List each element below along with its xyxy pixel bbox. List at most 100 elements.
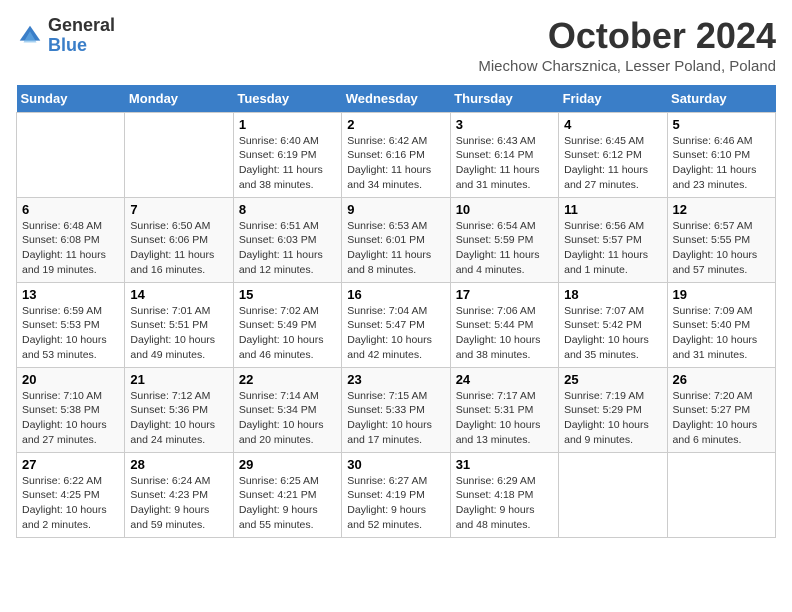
day-number: 26 <box>673 372 770 387</box>
calendar-cell: 10 Sunrise: 6:54 AMSunset: 5:59 PMDayligh… <box>450 197 558 282</box>
day-info: Sunrise: 6:56 AMSunset: 5:57 PMDaylight:… <box>564 219 661 278</box>
day-number: 17 <box>456 287 553 302</box>
day-info: Sunrise: 7:02 AMSunset: 5:49 PMDaylight:… <box>239 304 336 363</box>
day-number: 12 <box>673 202 770 217</box>
calendar-cell: 25 Sunrise: 7:19 AMSunset: 5:29 PMDayligh… <box>559 367 667 452</box>
calendar-cell: 23 Sunrise: 7:15 AMSunset: 5:33 PMDayligh… <box>342 367 450 452</box>
day-info: Sunrise: 6:59 AMSunset: 5:53 PMDaylight:… <box>22 304 119 363</box>
day-info: Sunrise: 6:25 AMSunset: 4:21 PMDaylight:… <box>239 474 336 533</box>
day-info: Sunrise: 6:24 AMSunset: 4:23 PMDaylight:… <box>130 474 227 533</box>
day-info: Sunrise: 7:20 AMSunset: 5:27 PMDaylight:… <box>673 389 770 448</box>
calendar-header-row: SundayMondayTuesdayWednesdayThursdayFrid… <box>17 85 776 113</box>
day-info: Sunrise: 7:04 AMSunset: 5:47 PMDaylight:… <box>347 304 444 363</box>
day-info: Sunrise: 6:43 AMSunset: 6:14 PMDaylight:… <box>456 134 553 193</box>
calendar-cell <box>559 452 667 537</box>
calendar-cell: 28 Sunrise: 6:24 AMSunset: 4:23 PMDayligh… <box>125 452 233 537</box>
calendar-cell: 6 Sunrise: 6:48 AMSunset: 6:08 PMDaylight… <box>17 197 125 282</box>
calendar-cell: 19 Sunrise: 7:09 AMSunset: 5:40 PMDayligh… <box>667 282 775 367</box>
week-row-5: 27 Sunrise: 6:22 AMSunset: 4:25 PMDayligh… <box>17 452 776 537</box>
day-info: Sunrise: 7:15 AMSunset: 5:33 PMDaylight:… <box>347 389 444 448</box>
logo-text-general: General <box>48 15 115 35</box>
day-info: Sunrise: 6:40 AMSunset: 6:19 PMDaylight:… <box>239 134 336 193</box>
day-info: Sunrise: 7:07 AMSunset: 5:42 PMDaylight:… <box>564 304 661 363</box>
day-number: 2 <box>347 117 444 132</box>
day-info: Sunrise: 7:06 AMSunset: 5:44 PMDaylight:… <box>456 304 553 363</box>
day-info: Sunrise: 6:45 AMSunset: 6:12 PMDaylight:… <box>564 134 661 193</box>
day-info: Sunrise: 6:46 AMSunset: 6:10 PMDaylight:… <box>673 134 770 193</box>
week-row-1: 1 Sunrise: 6:40 AMSunset: 6:19 PMDaylight… <box>17 112 776 197</box>
calendar-cell: 29 Sunrise: 6:25 AMSunset: 4:21 PMDayligh… <box>233 452 341 537</box>
calendar-cell: 9Sunrise: 6:53 AMSunset: 6:01 PMDaylight… <box>342 197 450 282</box>
calendar-header-tuesday: Tuesday <box>233 85 341 113</box>
day-info: Sunrise: 6:48 AMSunset: 6:08 PMDaylight:… <box>22 219 119 278</box>
day-number: 14 <box>130 287 227 302</box>
calendar-cell: 31Sunrise: 6:29 AMSunset: 4:18 PMDayligh… <box>450 452 558 537</box>
calendar-cell: 1 Sunrise: 6:40 AMSunset: 6:19 PMDaylight… <box>233 112 341 197</box>
day-number: 3 <box>456 117 553 132</box>
day-info: Sunrise: 7:09 AMSunset: 5:40 PMDaylight:… <box>673 304 770 363</box>
calendar-cell: 8 Sunrise: 6:51 AMSunset: 6:03 PMDaylight… <box>233 197 341 282</box>
day-info: Sunrise: 6:51 AMSunset: 6:03 PMDaylight:… <box>239 219 336 278</box>
day-number: 7 <box>130 202 227 217</box>
day-number: 21 <box>130 372 227 387</box>
day-number: 22 <box>239 372 336 387</box>
logo-text-blue: Blue <box>48 35 87 55</box>
day-number: 23 <box>347 372 444 387</box>
week-row-3: 13 Sunrise: 6:59 AMSunset: 5:53 PMDayligh… <box>17 282 776 367</box>
week-row-2: 6 Sunrise: 6:48 AMSunset: 6:08 PMDaylight… <box>17 197 776 282</box>
calendar-cell <box>667 452 775 537</box>
day-info: Sunrise: 6:42 AMSunset: 6:16 PMDaylight:… <box>347 134 444 193</box>
location-title: Miechow Charsznica, Lesser Poland, Polan… <box>478 58 776 75</box>
calendar-cell: 2 Sunrise: 6:42 AMSunset: 6:16 PMDaylight… <box>342 112 450 197</box>
calendar-cell: 17 Sunrise: 7:06 AMSunset: 5:44 PMDayligh… <box>450 282 558 367</box>
day-info: Sunrise: 7:14 AMSunset: 5:34 PMDaylight:… <box>239 389 336 448</box>
day-number: 24 <box>456 372 553 387</box>
calendar-cell: 18 Sunrise: 7:07 AMSunset: 5:42 PMDayligh… <box>559 282 667 367</box>
calendar: SundayMondayTuesdayWednesdayThursdayFrid… <box>16 85 776 538</box>
day-info: Sunrise: 7:19 AMSunset: 5:29 PMDaylight:… <box>564 389 661 448</box>
month-title: October 2024 <box>478 16 776 56</box>
day-number: 20 <box>22 372 119 387</box>
calendar-cell: 5 Sunrise: 6:46 AMSunset: 6:10 PMDaylight… <box>667 112 775 197</box>
calendar-header-sunday: Sunday <box>17 85 125 113</box>
calendar-cell: 26 Sunrise: 7:20 AMSunset: 5:27 PMDayligh… <box>667 367 775 452</box>
day-number: 13 <box>22 287 119 302</box>
calendar-body: 1 Sunrise: 6:40 AMSunset: 6:19 PMDaylight… <box>17 112 776 537</box>
calendar-cell: 22 Sunrise: 7:14 AMSunset: 5:34 PMDayligh… <box>233 367 341 452</box>
day-number: 29 <box>239 457 336 472</box>
day-info: Sunrise: 6:54 AMSunset: 5:59 PMDaylight:… <box>456 219 553 278</box>
day-number: 25 <box>564 372 661 387</box>
calendar-header-saturday: Saturday <box>667 85 775 113</box>
calendar-cell: 16 Sunrise: 7:04 AMSunset: 5:47 PMDayligh… <box>342 282 450 367</box>
logo-icon <box>16 22 44 50</box>
day-number: 9 <box>347 202 444 217</box>
calendar-cell: 3 Sunrise: 6:43 AMSunset: 6:14 PMDaylight… <box>450 112 558 197</box>
calendar-cell: 7Sunrise: 6:50 AMSunset: 6:06 PMDaylight… <box>125 197 233 282</box>
day-number: 28 <box>130 457 227 472</box>
calendar-cell: 27 Sunrise: 6:22 AMSunset: 4:25 PMDayligh… <box>17 452 125 537</box>
calendar-cell: 11Sunrise: 6:56 AMSunset: 5:57 PMDayligh… <box>559 197 667 282</box>
day-number: 5 <box>673 117 770 132</box>
day-number: 27 <box>22 457 119 472</box>
calendar-cell: 14 Sunrise: 7:01 AMSunset: 5:51 PMDayligh… <box>125 282 233 367</box>
day-number: 8 <box>239 202 336 217</box>
calendar-cell: 20Sunrise: 7:10 AMSunset: 5:38 PMDayligh… <box>17 367 125 452</box>
day-number: 18 <box>564 287 661 302</box>
day-number: 10 <box>456 202 553 217</box>
day-info: Sunrise: 6:22 AMSunset: 4:25 PMDaylight:… <box>22 474 119 533</box>
day-number: 30 <box>347 457 444 472</box>
logo: General Blue <box>16 16 115 56</box>
day-info: Sunrise: 7:01 AMSunset: 5:51 PMDaylight:… <box>130 304 227 363</box>
day-number: 1 <box>239 117 336 132</box>
day-number: 16 <box>347 287 444 302</box>
calendar-cell: 12Sunrise: 6:57 AMSunset: 5:55 PMDayligh… <box>667 197 775 282</box>
calendar-header-monday: Monday <box>125 85 233 113</box>
calendar-header-friday: Friday <box>559 85 667 113</box>
calendar-cell: 4Sunrise: 6:45 AMSunset: 6:12 PMDaylight… <box>559 112 667 197</box>
day-info: Sunrise: 7:12 AMSunset: 5:36 PMDaylight:… <box>130 389 227 448</box>
calendar-cell: 30Sunrise: 6:27 AMSunset: 4:19 PMDayligh… <box>342 452 450 537</box>
day-number: 19 <box>673 287 770 302</box>
calendar-cell: 21 Sunrise: 7:12 AMSunset: 5:36 PMDayligh… <box>125 367 233 452</box>
day-number: 15 <box>239 287 336 302</box>
day-number: 6 <box>22 202 119 217</box>
